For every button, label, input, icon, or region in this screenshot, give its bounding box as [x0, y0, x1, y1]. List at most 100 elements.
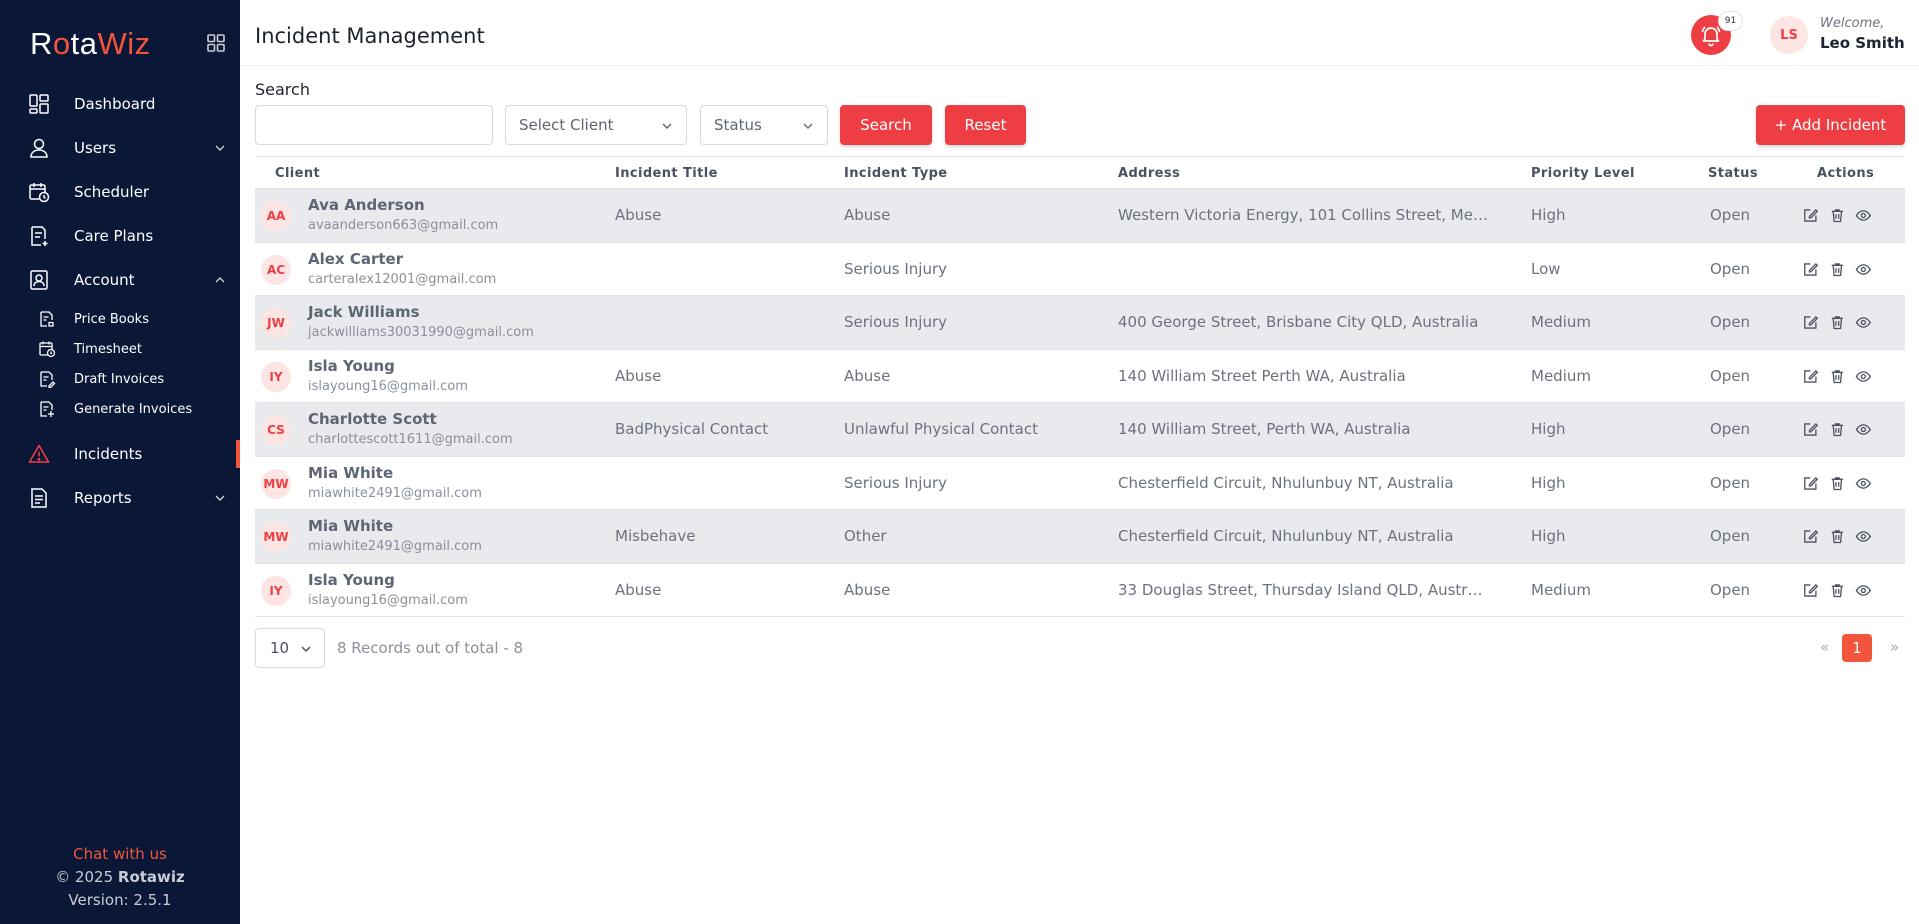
column-header-client[interactable]: Client [275, 166, 320, 181]
sidebar-item-label: Users [74, 139, 117, 157]
eye-icon[interactable] [1855, 528, 1872, 545]
sidebar-item-care-plans[interactable]: Care Plans [0, 214, 240, 258]
sidebar-subitem-label: Draft Invoices [74, 371, 165, 387]
incident-title: Misbehave [615, 527, 696, 545]
records-count: 8 Records out of total - 8 [337, 639, 524, 657]
search-input[interactable] [255, 105, 493, 145]
edit-icon[interactable] [1802, 314, 1819, 331]
apps-grid-icon[interactable] [206, 33, 226, 53]
prev-page-button[interactable]: « [1820, 638, 1829, 656]
incident-title: Abuse [615, 206, 662, 224]
table-row[interactable]: MW Mia White miawhite2491@gmail.com Misbeha… [255, 510, 1905, 564]
edit-icon[interactable] [1802, 582, 1819, 599]
chevron-down-icon [662, 123, 672, 129]
search-button[interactable]: Search [840, 105, 932, 145]
client-name[interactable]: Alex Carter [308, 250, 403, 268]
client-name[interactable]: Jack Williams [308, 303, 420, 321]
client-email: miawhite2491@gmail.com [308, 539, 482, 554]
sidebar-subitem-price-books[interactable]: Price Books [0, 304, 240, 334]
edit-icon[interactable] [1802, 207, 1819, 224]
column-header-incident-type[interactable]: Incident Type [844, 166, 948, 181]
client-select[interactable]: Select Client [505, 105, 687, 145]
client-avatar: MW [261, 522, 291, 552]
user-name[interactable]: Leo Smith [1820, 34, 1905, 52]
client-avatar: IY [261, 361, 291, 392]
trash-icon[interactable] [1829, 582, 1846, 599]
sidebar-item-account[interactable]: Account [0, 258, 240, 302]
trash-icon[interactable] [1829, 475, 1846, 492]
priority-level: Medium [1531, 313, 1591, 331]
trash-icon[interactable] [1829, 314, 1846, 331]
eye-icon[interactable] [1855, 368, 1872, 385]
edit-icon[interactable] [1802, 261, 1819, 278]
eye-icon[interactable] [1855, 475, 1872, 492]
sidebar-item-reports[interactable]: Reports [0, 476, 240, 520]
column-header-address[interactable]: Address [1118, 166, 1180, 181]
next-page-button[interactable]: » [1890, 638, 1899, 656]
client-name[interactable]: Mia White [308, 464, 393, 482]
client-select-value: Select Client [519, 116, 614, 134]
chevron-up-icon [215, 277, 225, 283]
sidebar-subitem-generate-invoices[interactable]: Generate Invoices [0, 394, 240, 424]
table-row[interactable]: CS Charlotte Scott charlottescott1611@gmai… [255, 403, 1905, 457]
table-row[interactable]: AC Alex Carter carteralex12001@gmail.com Se… [255, 243, 1905, 296]
row-actions [1802, 582, 1872, 600]
table-row[interactable]: AA Ava Anderson avaanderson663@gmail.com Ab… [255, 189, 1905, 243]
table-row[interactable]: IY Isla Young islayoung16@gmail.com Abuse Ab… [255, 350, 1905, 403]
trash-icon[interactable] [1829, 261, 1846, 278]
trash-icon[interactable] [1829, 207, 1846, 224]
sidebar-subitem-draft-invoices[interactable]: Draft Invoices [0, 364, 240, 394]
top-bar: Incident Management 91 LS Welcome, Leo S… [240, 4, 1919, 66]
table-row[interactable]: JW Jack Williams jackwilliams30031990@gmai… [255, 296, 1905, 350]
edit-icon[interactable] [1802, 475, 1819, 492]
user-avatar[interactable]: LS [1770, 16, 1808, 54]
row-actions [1802, 261, 1872, 279]
chat-with-us-link[interactable]: Chat with us [0, 843, 240, 866]
column-header-status[interactable]: Status [1708, 166, 1758, 181]
sidebar-item-incidents[interactable]: Incidents [0, 432, 240, 476]
trash-icon[interactable] [1829, 368, 1846, 385]
incident-address: 33 Douglas Street, Thursday Island QLD, … [1118, 580, 1488, 599]
trash-icon[interactable] [1829, 528, 1846, 545]
row-actions [1802, 475, 1872, 493]
sidebar-item-users[interactable]: Users [0, 126, 240, 170]
client-name[interactable]: Isla Young [308, 571, 395, 589]
status-select[interactable]: Status [700, 105, 828, 145]
client-email: carteralex12001@gmail.com [308, 271, 497, 287]
client-name[interactable]: Mia White [308, 517, 393, 535]
client-avatar: CS [261, 415, 291, 445]
eye-icon[interactable] [1855, 314, 1872, 331]
page-size-select[interactable]: 10 [255, 628, 325, 668]
client-avatar: AC [261, 254, 291, 285]
client-name[interactable]: Charlotte Scott [308, 410, 437, 428]
eye-icon[interactable] [1855, 207, 1872, 224]
edit-icon[interactable] [1802, 421, 1819, 438]
page-1-button[interactable]: 1 [1842, 634, 1872, 662]
eye-icon[interactable] [1855, 582, 1872, 599]
reset-button[interactable]: Reset [945, 105, 1026, 145]
sidebar-item-scheduler[interactable]: Scheduler [0, 170, 240, 214]
welcome-text: Welcome, [1820, 16, 1885, 31]
trash-icon[interactable] [1829, 421, 1846, 438]
client-name[interactable]: Isla Young [308, 357, 395, 375]
priority-level: High [1531, 206, 1566, 224]
incident-type: Serious Injury [844, 259, 948, 278]
incident-type: Abuse [844, 366, 891, 385]
brand-logo[interactable]: RotaWiz [30, 24, 230, 64]
sidebar-item-dashboard[interactable]: Dashboard [0, 82, 240, 126]
sidebar-subitem-timesheet[interactable]: Timesheet [0, 334, 240, 364]
table-row[interactable]: MW Mia White miawhite2491@gmail.com Serious… [255, 457, 1905, 510]
table-row[interactable]: IY Isla Young islayoung16@gmail.com Abuse Ab… [255, 564, 1905, 617]
eye-icon[interactable] [1855, 421, 1872, 438]
edit-icon[interactable] [1802, 528, 1819, 545]
column-header-priority-level[interactable]: Priority Level [1531, 166, 1635, 181]
eye-icon[interactable] [1855, 261, 1872, 278]
incident-title: Abuse [615, 366, 662, 385]
incident-type: Serious Injury [844, 473, 948, 492]
client-name[interactable]: Ava Anderson [308, 196, 425, 214]
client-avatar: JW [261, 308, 291, 338]
column-header-incident-title[interactable]: Incident Title [615, 166, 718, 181]
edit-icon[interactable] [1802, 368, 1819, 385]
sidebar: RotaWiz Dashboard Users Scheduler Care P… [0, 0, 240, 924]
add-incident-button[interactable]: + Add Incident [1756, 105, 1905, 145]
